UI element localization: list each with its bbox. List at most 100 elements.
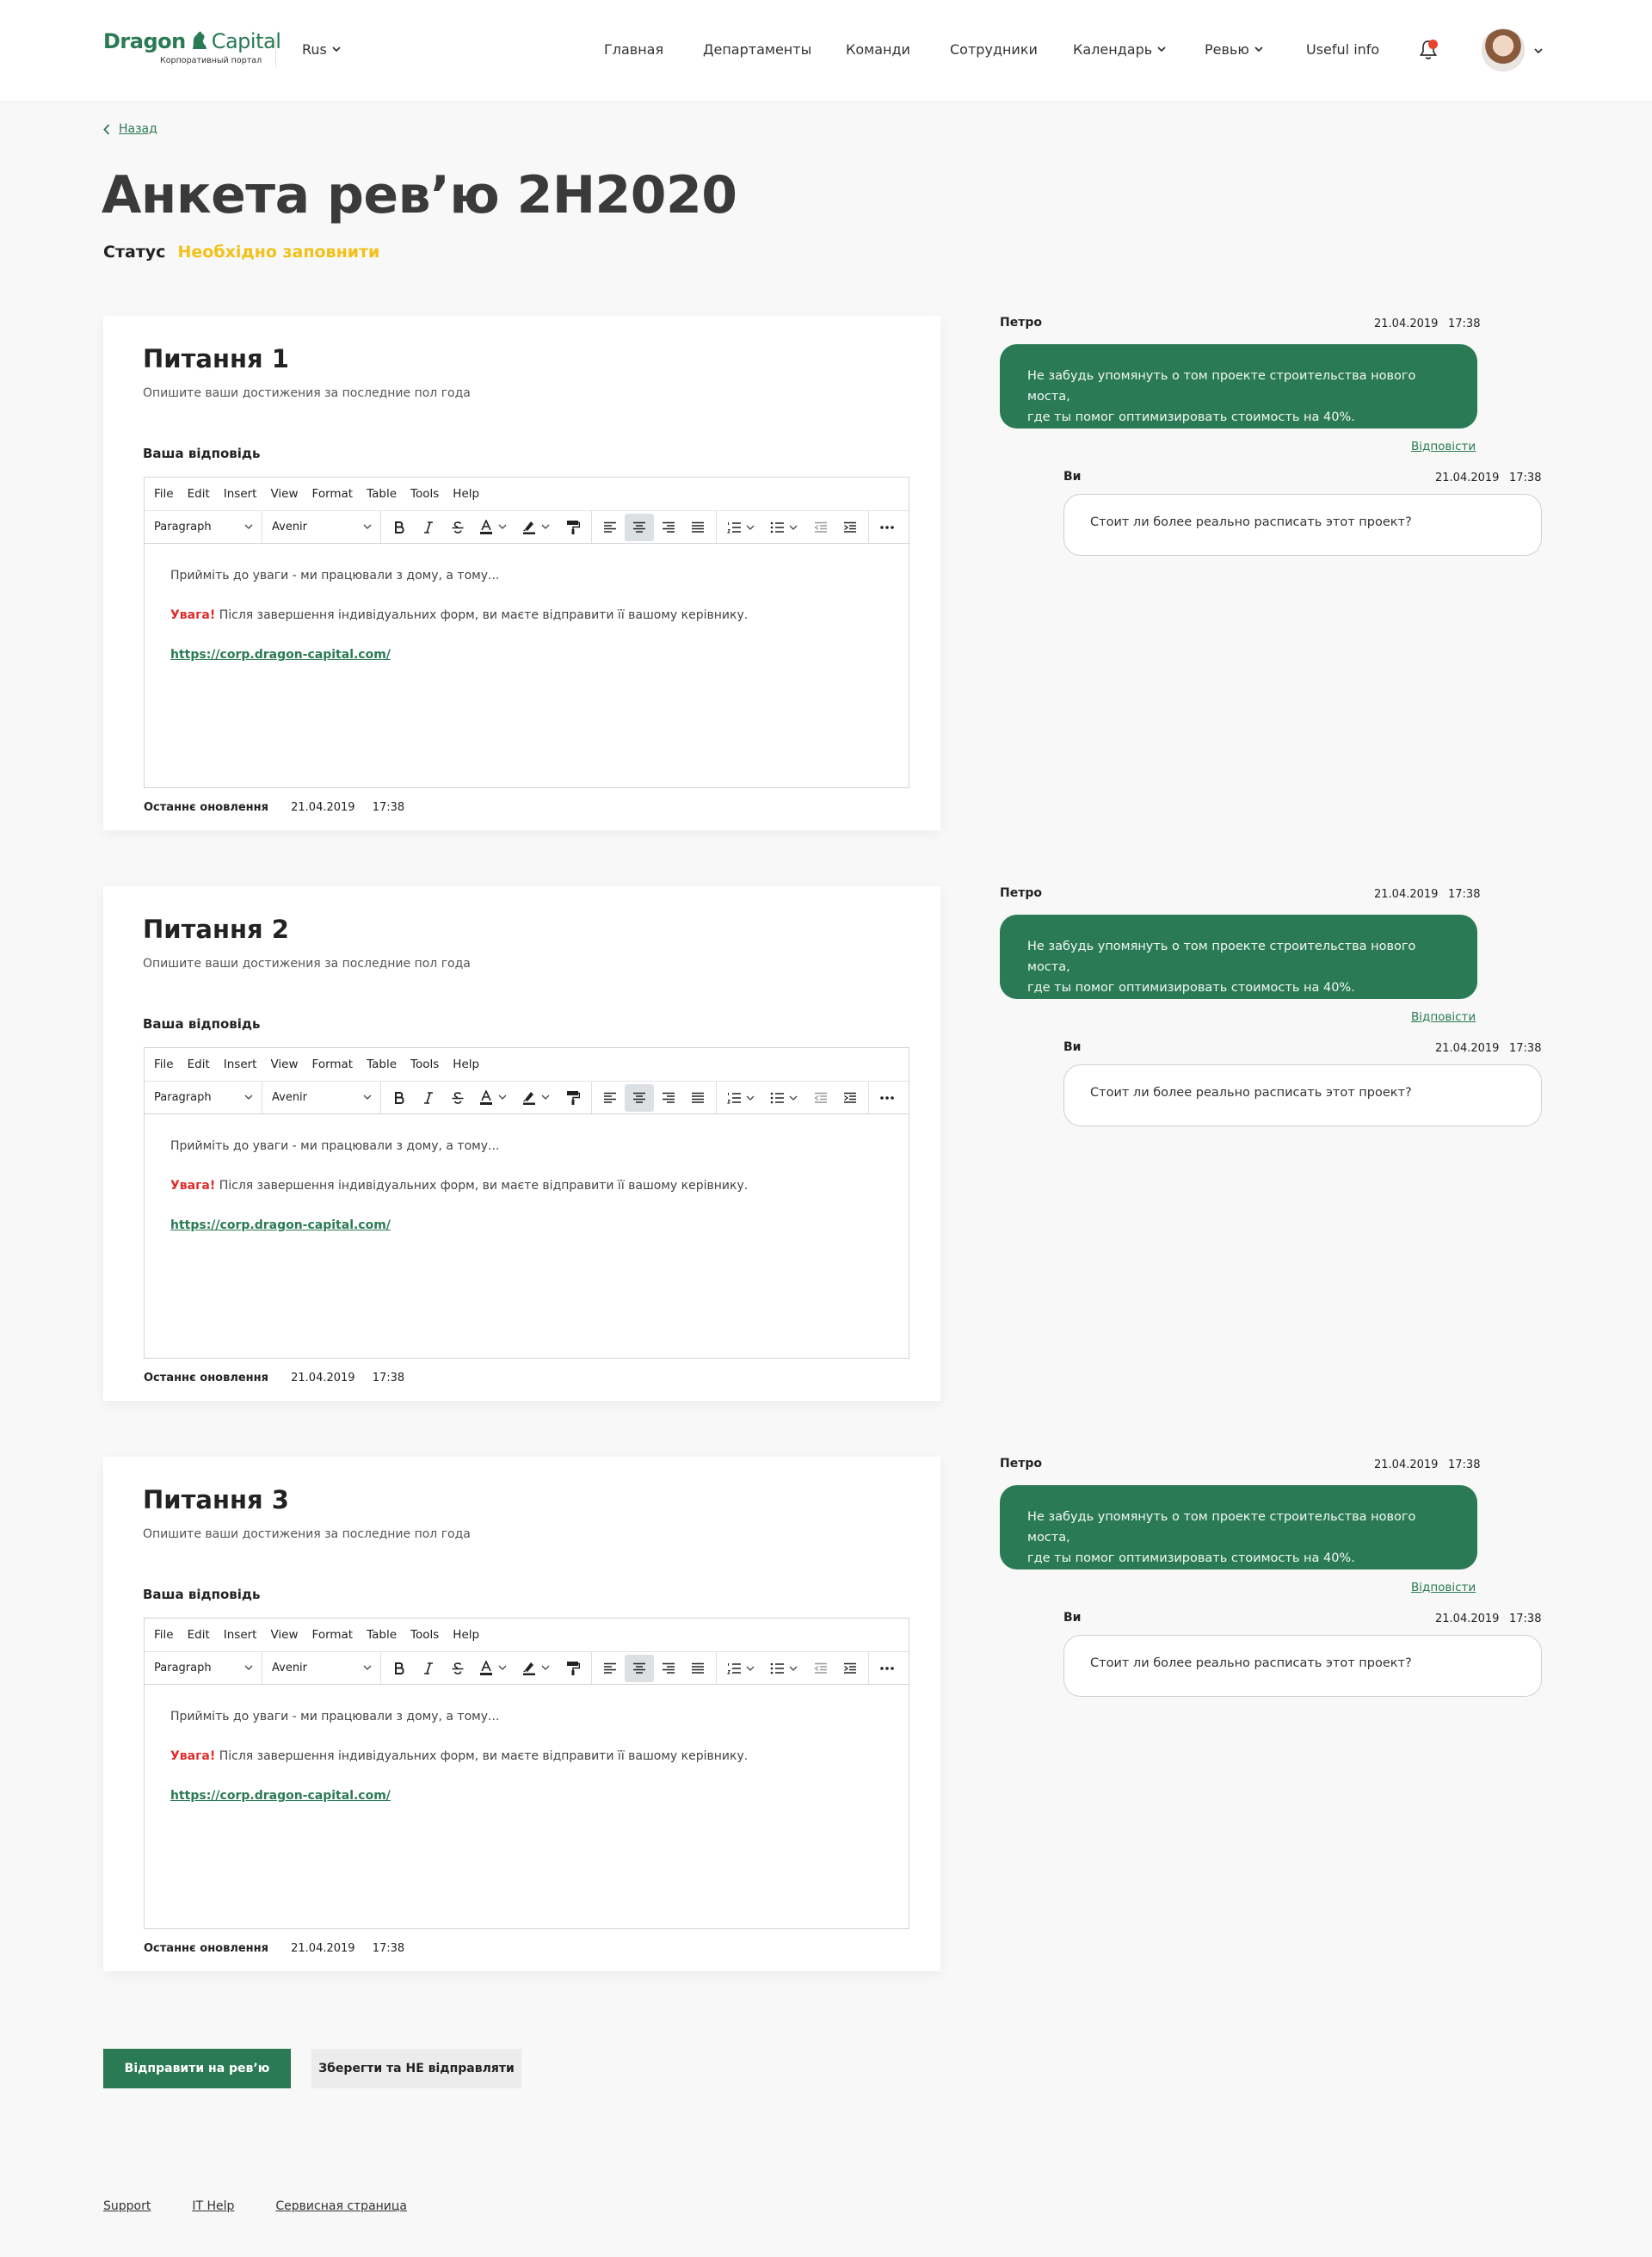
rich-text-editor[interactable]: File Edit Insert View Format Table Tools… <box>144 1618 909 1929</box>
menu-format[interactable]: Format <box>312 1058 354 1071</box>
strikethrough-button[interactable] <box>443 514 472 541</box>
format-painter-button[interactable] <box>558 514 588 541</box>
menu-file[interactable]: File <box>154 1628 174 1642</box>
menu-insert[interactable]: Insert <box>224 1058 257 1071</box>
outdent-button[interactable] <box>806 514 835 541</box>
rich-text-editor[interactable]: File Edit Insert View Format Table Tools… <box>144 477 909 788</box>
nav-teams[interactable]: Команди <box>846 41 910 58</box>
menu-format[interactable]: Format <box>312 487 354 501</box>
footer-link-it-help[interactable]: IT Help <box>192 2199 234 2213</box>
reply-link[interactable]: Відповісти <box>1411 1581 1476 1594</box>
bold-button[interactable] <box>385 1655 414 1682</box>
bold-button[interactable] <box>385 1084 414 1112</box>
font-family-select[interactable]: Avenir <box>262 511 381 543</box>
menu-file[interactable]: File <box>154 487 174 501</box>
menu-edit[interactable]: Edit <box>188 1628 210 1642</box>
bullet-list-button[interactable] <box>763 1084 806 1112</box>
language-selector[interactable]: Rus <box>302 41 341 58</box>
submit-review-button[interactable]: Відправити на рев’ю <box>103 2049 291 2088</box>
align-center-button[interactable] <box>625 1654 654 1682</box>
outdent-button[interactable] <box>806 1655 835 1682</box>
align-left-button[interactable] <box>595 1084 625 1112</box>
reply-link[interactable]: Відповісти <box>1411 1010 1476 1024</box>
menu-tools[interactable]: Tools <box>410 1628 439 1642</box>
align-left-button[interactable] <box>595 1655 625 1682</box>
bullet-list-button[interactable] <box>763 514 806 541</box>
text-color-button[interactable] <box>472 1084 515 1112</box>
more-button[interactable] <box>872 1655 902 1682</box>
menu-tools[interactable]: Tools <box>410 1058 439 1071</box>
italic-button[interactable] <box>414 1655 443 1682</box>
align-justify-button[interactable] <box>683 1655 712 1682</box>
footer-link-support[interactable]: Support <box>103 2199 151 2213</box>
numbered-list-button[interactable] <box>720 1084 763 1112</box>
content-link[interactable]: https://corp.dragon-capital.com/ <box>170 648 391 662</box>
nav-review[interactable]: Ревью <box>1205 41 1263 58</box>
menu-help[interactable]: Help <box>453 487 479 501</box>
bold-button[interactable] <box>385 514 414 541</box>
align-right-button[interactable] <box>654 1084 683 1112</box>
nav-employees[interactable]: Сотрудники <box>950 41 1038 58</box>
highlight-button[interactable] <box>515 514 558 541</box>
menu-view[interactable]: View <box>270 1058 298 1071</box>
menu-insert[interactable]: Insert <box>224 1628 257 1642</box>
italic-button[interactable] <box>414 1084 443 1112</box>
menu-edit[interactable]: Edit <box>188 1058 210 1071</box>
reply-link[interactable]: Відповісти <box>1411 440 1476 453</box>
font-family-select[interactable]: Avenir <box>262 1082 381 1113</box>
block-format-select[interactable]: Paragraph <box>145 1652 262 1684</box>
menu-help[interactable]: Help <box>453 1058 479 1071</box>
menu-table[interactable]: Table <box>367 1628 397 1642</box>
indent-button[interactable] <box>835 1655 865 1682</box>
menu-view[interactable]: View <box>270 1628 298 1642</box>
block-format-select[interactable]: Paragraph <box>145 1082 262 1113</box>
content-link[interactable]: https://corp.dragon-capital.com/ <box>170 1789 391 1803</box>
menu-format[interactable]: Format <box>312 1628 354 1642</box>
outdent-button[interactable] <box>806 1084 835 1112</box>
nav-home[interactable]: Главная <box>604 41 663 58</box>
italic-button[interactable] <box>414 514 443 541</box>
nav-useful-info[interactable]: Useful info <box>1306 41 1379 58</box>
menu-table[interactable]: Table <box>367 487 397 501</box>
more-button[interactable] <box>872 514 902 541</box>
menu-edit[interactable]: Edit <box>188 487 210 501</box>
align-center-button[interactable] <box>625 1083 654 1112</box>
align-right-button[interactable] <box>654 1655 683 1682</box>
menu-table[interactable]: Table <box>367 1058 397 1071</box>
text-color-button[interactable] <box>472 514 515 541</box>
format-painter-button[interactable] <box>558 1084 588 1112</box>
save-draft-button[interactable]: Зберегти та НЕ відправляти <box>311 2049 521 2088</box>
align-right-button[interactable] <box>654 514 683 541</box>
indent-button[interactable] <box>835 1084 865 1112</box>
align-left-button[interactable] <box>595 514 625 541</box>
strikethrough-button[interactable] <box>443 1084 472 1112</box>
more-button[interactable] <box>872 1084 902 1112</box>
strikethrough-button[interactable] <box>443 1655 472 1682</box>
menu-tools[interactable]: Tools <box>410 487 439 501</box>
bullet-list-button[interactable] <box>763 1655 806 1682</box>
indent-button[interactable] <box>835 514 865 541</box>
content-link[interactable]: https://corp.dragon-capital.com/ <box>170 1218 391 1232</box>
avatar[interactable] <box>1482 28 1525 71</box>
rich-text-editor[interactable]: File Edit Insert View Format Table Tools… <box>144 1047 909 1359</box>
footer-link-service-page[interactable]: Сервисная страница <box>275 2199 407 2213</box>
menu-view[interactable]: View <box>270 487 298 501</box>
editor-content[interactable]: Прийміть до уваги - ми працювали з дому,… <box>145 1114 909 1231</box>
block-format-select[interactable]: Paragraph <box>145 511 262 543</box>
numbered-list-button[interactable] <box>720 1655 763 1682</box>
nav-departments[interactable]: Департаменты <box>703 41 811 58</box>
format-painter-button[interactable] <box>558 1655 588 1682</box>
align-center-button[interactable] <box>625 513 654 541</box>
logo[interactable]: Dragon Capital Корпоративный портал <box>103 29 281 69</box>
numbered-list-button[interactable] <box>720 514 763 541</box>
highlight-button[interactable] <box>515 1655 558 1682</box>
text-color-button[interactable] <box>472 1655 515 1682</box>
menu-file[interactable]: File <box>154 1058 174 1071</box>
chevron-down-icon[interactable] <box>1534 48 1543 54</box>
editor-content[interactable]: Прийміть до уваги - ми працювали з дому,… <box>145 544 909 661</box>
menu-insert[interactable]: Insert <box>224 487 257 501</box>
align-justify-button[interactable] <box>683 1084 712 1112</box>
highlight-button[interactable] <box>515 1084 558 1112</box>
back-link[interactable]: Назад <box>103 122 157 136</box>
font-family-select[interactable]: Avenir <box>262 1652 381 1684</box>
